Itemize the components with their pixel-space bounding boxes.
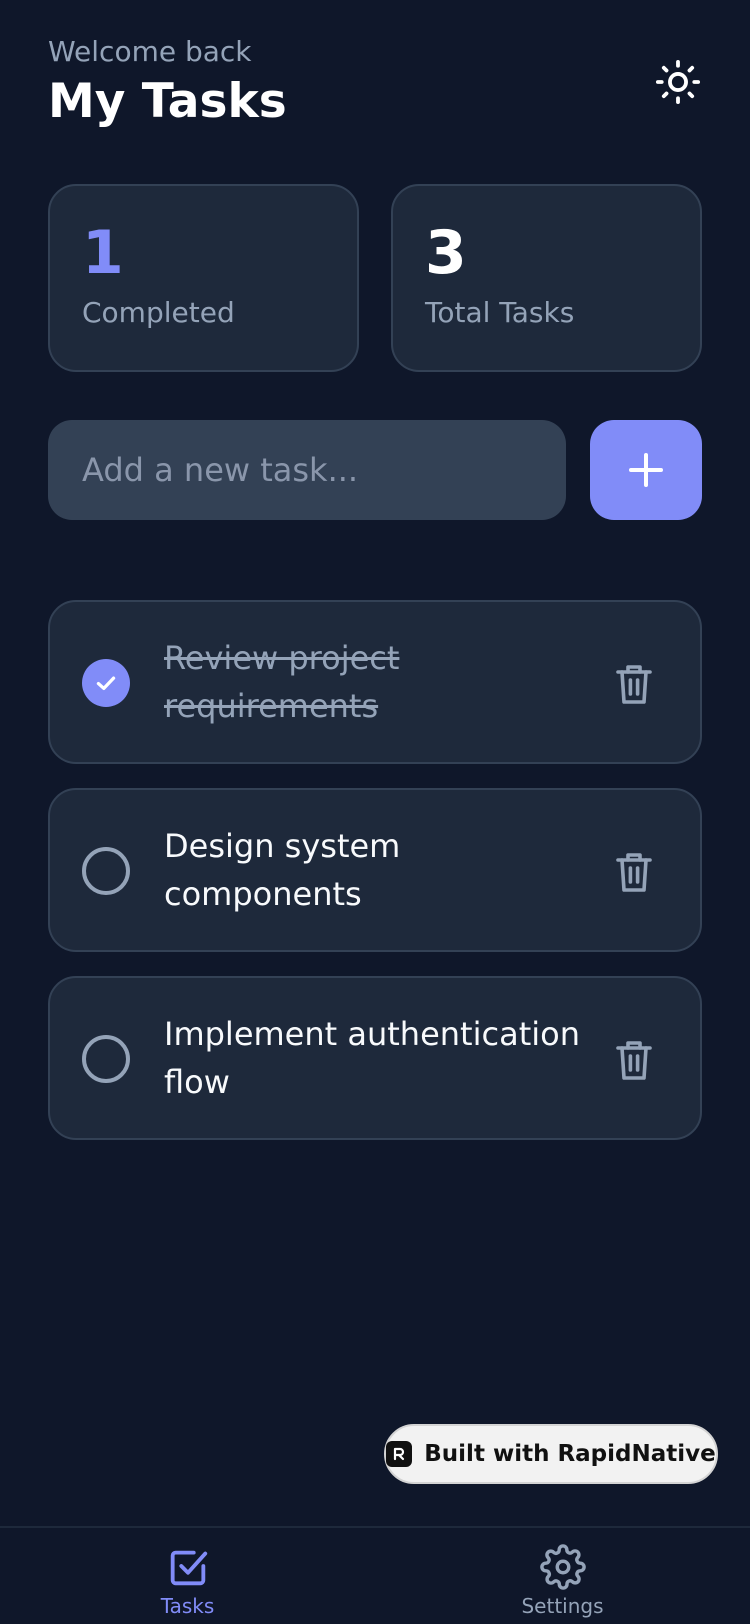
task-title: Design system components <box>164 827 401 913</box>
task-title: Review project requirements <box>164 639 400 725</box>
plus-icon <box>629 453 663 487</box>
app-screen: Welcome back My Tasks 1 Completed 3 Tota… <box>0 0 750 1624</box>
sun-icon <box>655 59 701 105</box>
trash-icon <box>616 853 652 892</box>
task-title: Implement authentication flow <box>164 1015 580 1101</box>
completed-label: Completed <box>82 296 235 329</box>
tab-settings[interactable]: Settings <box>375 1528 750 1624</box>
checkmark-icon <box>96 676 116 691</box>
task-item: Review project requirements <box>48 600 702 764</box>
total-count: 3 <box>425 218 467 288</box>
trash-icon <box>616 1041 652 1080</box>
theme-toggle-button[interactable] <box>654 58 702 106</box>
completed-count: 1 <box>82 218 124 288</box>
total-label: Total Tasks <box>425 296 575 329</box>
bottom-tab-bar: Tasks Settings <box>0 1526 750 1624</box>
task-checkbox-checked[interactable] <box>82 659 130 707</box>
trash-icon <box>616 665 652 704</box>
add-task-row <box>48 420 702 520</box>
delete-task-button[interactable] <box>614 1038 654 1082</box>
welcome-text: Welcome back <box>48 35 252 68</box>
completed-stat-card: 1 Completed <box>48 184 359 372</box>
stats-row: 1 Completed 3 Total Tasks <box>48 184 702 372</box>
header: Welcome back My Tasks <box>48 32 702 142</box>
tab-tasks[interactable]: Tasks <box>0 1528 375 1624</box>
badge-text: Built with RapidNative <box>424 1441 716 1467</box>
built-with-badge[interactable]: Built with RapidNative <box>384 1424 718 1484</box>
total-stat-card: 3 Total Tasks <box>391 184 702 372</box>
gear-icon <box>539 1544 586 1590</box>
add-task-button[interactable] <box>590 420 702 520</box>
checkbox-icon <box>170 1550 207 1586</box>
task-list: Review project requirements Design syste… <box>48 600 702 1164</box>
task-checkbox-unchecked[interactable] <box>82 847 130 895</box>
page-title: My Tasks <box>48 74 287 129</box>
task-checkbox-unchecked[interactable] <box>82 1035 130 1083</box>
rapidnative-logo-icon <box>386 1441 413 1467</box>
delete-task-button[interactable] <box>614 662 654 706</box>
delete-task-button[interactable] <box>614 850 654 894</box>
task-item: Implement authentication flow <box>48 976 702 1140</box>
new-task-input[interactable] <box>48 420 566 520</box>
task-item: Design system components <box>48 788 702 952</box>
tab-label: Settings <box>521 1594 604 1618</box>
tab-label: Tasks <box>160 1594 215 1618</box>
